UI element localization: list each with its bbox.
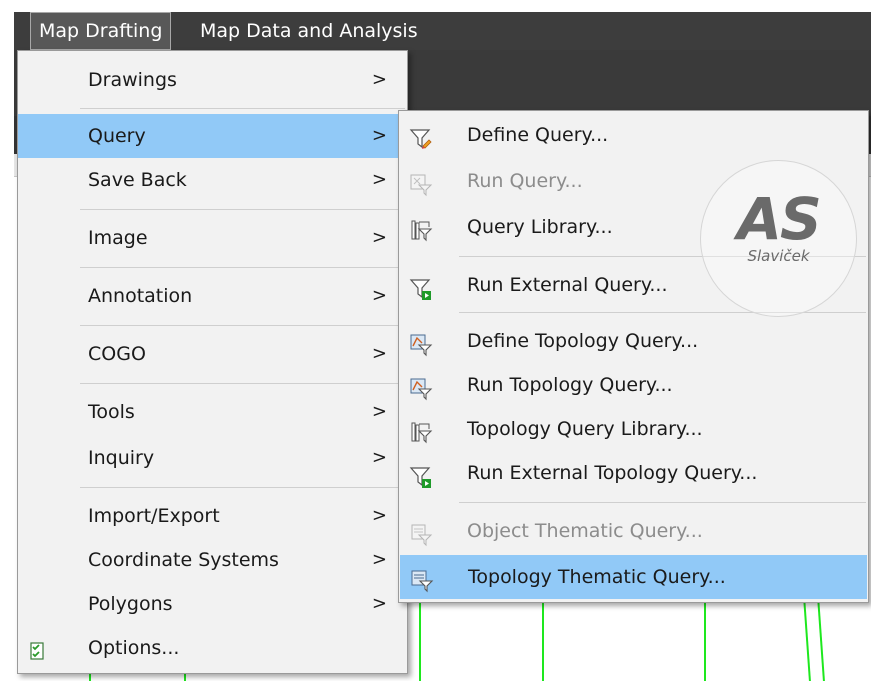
run-external-query-icon	[409, 273, 433, 300]
submenu-item-label: Topology Thematic Query...	[468, 566, 726, 588]
menu-item-label: Inquiry	[88, 447, 155, 469]
menu-separator	[80, 108, 405, 109]
menu-item-image[interactable]: Image >	[18, 216, 407, 260]
submenu-item-label: Define Query...	[467, 124, 609, 146]
menu-separator	[80, 267, 405, 268]
menu-item-label: Polygons	[88, 593, 173, 615]
menu-item-query[interactable]: Query >	[18, 114, 407, 158]
submenu-item-label: Topology Query Library...	[467, 418, 703, 440]
menu-item-label: Tools	[88, 401, 135, 423]
define-topology-query-icon	[409, 329, 433, 357]
menubar-map-data-and-analysis[interactable]: Map Data and Analysis	[192, 12, 426, 50]
submenu-item-run-external-topology-query[interactable]: Run External Topology Query...	[399, 451, 868, 495]
menu-item-save-back[interactable]: Save Back >	[18, 158, 407, 202]
menu-item-label: Import/Export	[88, 505, 220, 527]
submenu-item-label: Run Topology Query...	[467, 374, 673, 396]
submenu-item-run-topology-query[interactable]: Run Topology Query...	[399, 363, 868, 407]
submenu-arrow-icon: >	[371, 447, 387, 468]
submenu-item-label: Define Topology Query...	[467, 330, 699, 352]
drawing-line	[419, 597, 421, 681]
menu-item-import-export[interactable]: Import/Export >	[18, 494, 407, 538]
menu-item-label: Drawings	[88, 69, 177, 91]
menu-separator	[80, 325, 405, 326]
menu-separator	[459, 502, 866, 503]
menu-separator	[80, 487, 405, 488]
submenu-item-label: Query Library...	[467, 216, 613, 238]
query-library-icon	[409, 215, 433, 242]
submenu-arrow-icon: >	[371, 549, 387, 570]
drawing-line	[817, 597, 825, 681]
menu-item-label: Coordinate Systems	[88, 549, 279, 571]
submenu-item-define-topology-query[interactable]: Define Topology Query...	[399, 319, 868, 363]
map-drafting-menu: Drawings > Query > Save Back > Image > A…	[17, 50, 408, 674]
menu-item-polygons[interactable]: Polygons >	[18, 582, 407, 626]
menubar: Map Drafting Map Data and Analysis	[14, 12, 871, 51]
menu-item-tools[interactable]: Tools >	[18, 390, 407, 434]
define-query-icon	[409, 123, 433, 149]
menu-item-label: COGO	[88, 343, 146, 365]
run-query-icon	[409, 169, 433, 197]
topology-thematic-query-icon	[410, 565, 434, 593]
drawing-line	[803, 597, 811, 681]
drawing-line	[704, 597, 706, 681]
submenu-item-define-query[interactable]: Define Query...	[399, 113, 868, 157]
submenu-arrow-icon: >	[371, 593, 387, 614]
menubar-map-drafting[interactable]: Map Drafting	[30, 12, 172, 50]
submenu-item-label: Run External Query...	[467, 274, 668, 296]
submenu-arrow-icon: >	[371, 69, 387, 90]
submenu-item-label: Run External Topology Query...	[467, 462, 758, 484]
options-icon	[26, 636, 50, 660]
menu-item-label: Image	[88, 227, 148, 249]
submenu-arrow-icon: >	[371, 227, 387, 248]
menu-separator	[80, 383, 405, 384]
run-topology-query-icon	[409, 373, 433, 401]
submenu-arrow-icon: >	[371, 169, 387, 190]
watermark-logo: AS Slaviček	[700, 160, 857, 317]
submenu-arrow-icon: >	[371, 401, 387, 422]
menu-item-label: Annotation	[88, 285, 193, 307]
menu-item-cogo[interactable]: COGO >	[18, 332, 407, 376]
submenu-arrow-icon: >	[371, 125, 387, 146]
menu-item-coordinate-systems[interactable]: Coordinate Systems >	[18, 538, 407, 582]
run-external-topology-query-icon	[409, 461, 433, 488]
submenu-item-topology-thematic-query[interactable]: Topology Thematic Query...	[400, 555, 867, 599]
watermark-name: Slaviček	[747, 247, 810, 265]
topology-query-library-icon	[409, 417, 433, 444]
menu-item-drawings[interactable]: Drawings >	[18, 58, 407, 102]
submenu-arrow-icon: >	[371, 343, 387, 364]
submenu-item-label: Object Thematic Query...	[467, 520, 703, 542]
drawing-line	[542, 597, 544, 681]
submenu-item-topology-query-library[interactable]: Topology Query Library...	[399, 407, 868, 451]
menu-separator	[80, 209, 405, 210]
menu-item-annotation[interactable]: Annotation >	[18, 274, 407, 318]
submenu-item-object-thematic-query[interactable]: Object Thematic Query...	[399, 509, 868, 553]
menu-item-label: Query	[88, 125, 146, 147]
submenu-arrow-icon: >	[371, 285, 387, 306]
submenu-arrow-icon: >	[371, 505, 387, 526]
menu-item-label: Options...	[88, 637, 180, 659]
menu-item-inquiry[interactable]: Inquiry >	[18, 436, 407, 480]
submenu-item-label: Run Query...	[467, 170, 583, 192]
watermark-initials: AS	[737, 185, 822, 253]
menu-item-label: Save Back	[88, 169, 187, 191]
menu-item-options[interactable]: Options...	[18, 626, 407, 670]
object-thematic-query-icon	[409, 519, 433, 547]
